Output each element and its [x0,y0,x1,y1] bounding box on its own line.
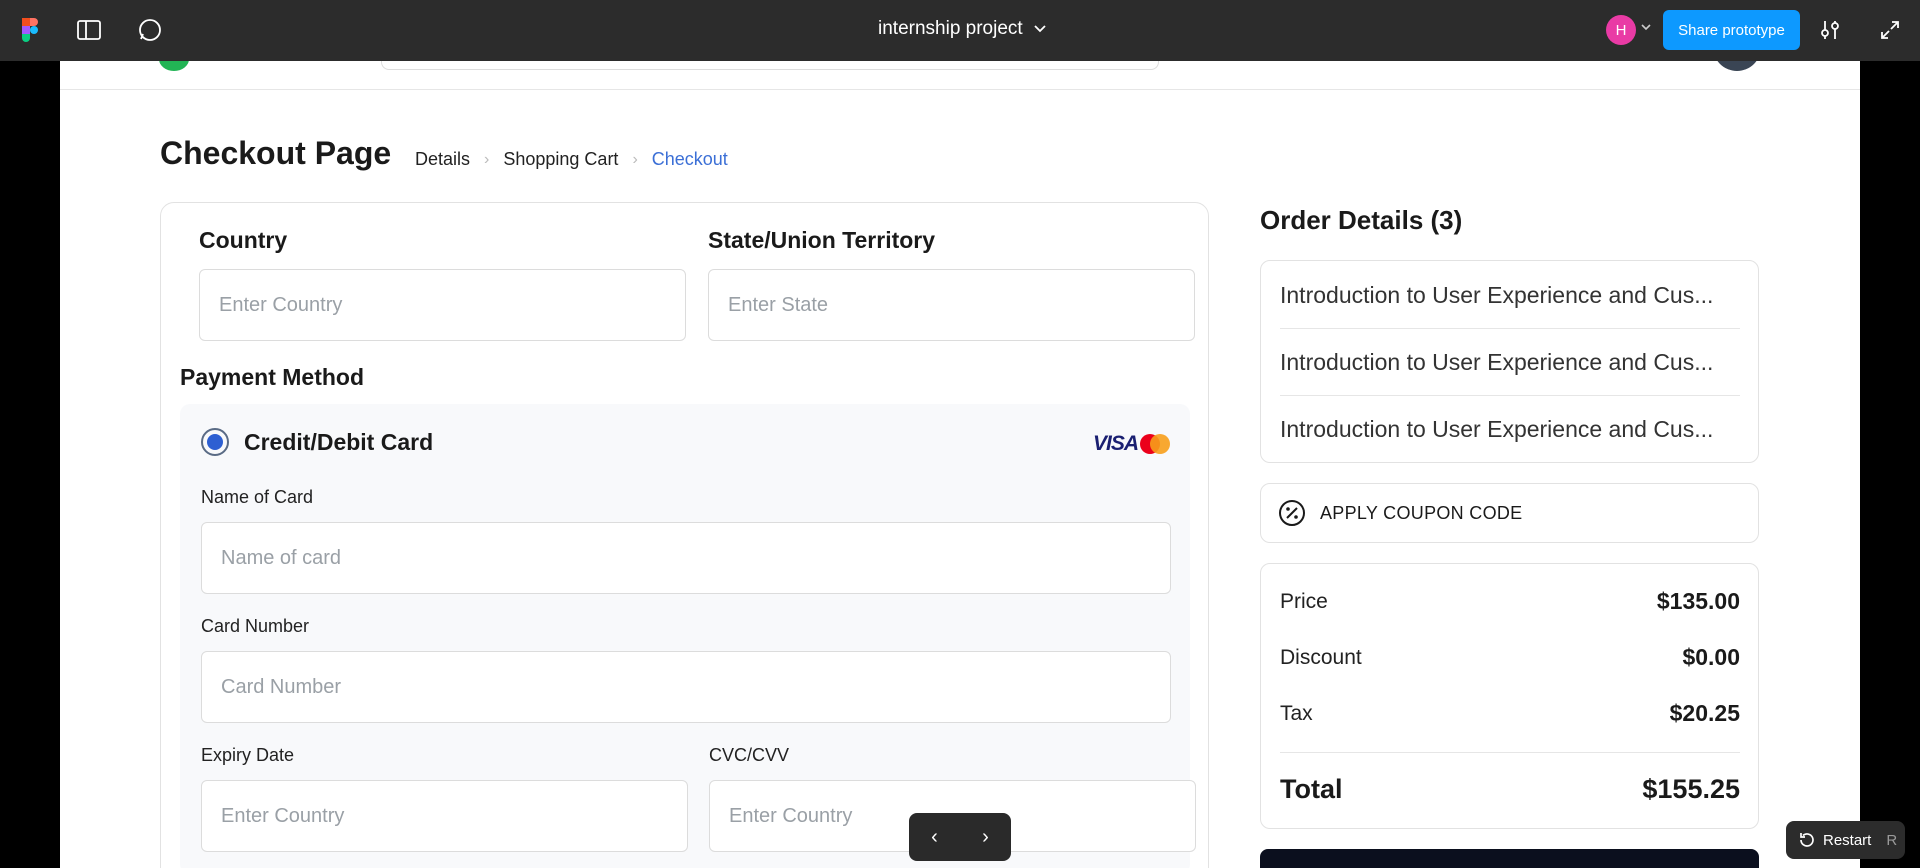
cvc-label: CVC/CVV [709,745,790,765]
checkout-form-card: Country Enter Country State/Union Territ… [160,202,1209,868]
country-label: Country [199,227,288,253]
total-label: Total [1280,774,1343,804]
order-details-title: Order Details (3) [1260,205,1463,235]
country-input[interactable]: Enter Country [199,269,686,341]
expiry-date-input[interactable]: Enter Country [201,780,688,852]
price-row: Price $135.00 [1280,588,1740,615]
project-title[interactable]: internship project [878,18,1047,40]
card-number-label: Card Number [201,616,310,636]
card-number-input[interactable]: Card Number [201,651,1171,723]
state-label: State/Union Territory [708,227,936,253]
prototype-navigation: ‹ › [909,813,1011,861]
site-logo[interactable] [159,61,189,71]
payment-method-title: Payment Method [180,364,365,390]
page-title: Checkout Page [160,135,392,171]
breadcrumb-shopping-cart[interactable]: Shopping Cart [503,149,618,170]
expand-icon[interactable] [1874,14,1906,46]
breadcrumb-details[interactable]: Details [415,149,470,170]
breadcrumb-checkout[interactable]: Checkout [652,149,728,170]
site-avatar[interactable] [1713,61,1761,71]
credit-card-option-label[interactable]: Credit/Debit Card [244,429,433,456]
share-prototype-button[interactable]: Share prototype [1663,10,1800,50]
tax-row: Tax $20.25 [1280,700,1740,727]
restart-icon [1800,833,1814,847]
order-item[interactable]: Introduction to User Experience and Cus.… [1280,262,1740,328]
discount-label: Discount [1280,645,1362,669]
total-row: Total $155.25 [1280,774,1740,805]
order-summary: Price $135.00 Discount $0.00 Tax $20.25 … [1260,563,1759,829]
mastercard-logo-icon [1140,434,1171,454]
expiry-date-label: Expiry Date [201,745,295,765]
site-header [60,61,1860,90]
payment-method-panel: Credit/Debit Card VISA Name of Card Name… [180,404,1196,868]
figma-logo-icon[interactable] [14,14,46,46]
chevron-down-icon [1034,25,1046,33]
card-brand-logos: VISA [1093,432,1171,456]
chevron-right-icon: › [632,150,638,168]
shortcut-key: R [1886,831,1898,849]
visa-logo: VISA [1093,432,1139,455]
order-items-list: Introduction to User Experience and Cus.… [1260,260,1759,463]
comment-icon[interactable] [134,14,166,46]
discount-row: Discount $0.00 [1280,644,1740,671]
restart-button[interactable]: Restart R [1786,821,1905,859]
tax-value: $20.25 [1669,700,1740,726]
discount-value: $0.00 [1682,644,1740,670]
apply-coupon-label: APPLY COUPON CODE [1320,502,1523,523]
credit-card-radio[interactable] [201,428,229,456]
divider [1280,752,1740,753]
figma-toolbar: internship project H Share prototype [0,0,1920,61]
order-item[interactable]: Introduction to User Experience and Cus.… [1280,396,1740,462]
previous-frame-icon[interactable]: ‹ [931,826,938,849]
chevron-right-icon: › [484,150,490,168]
proceed-checkout-button[interactable] [1260,849,1759,868]
user-avatar[interactable]: H [1606,15,1636,45]
prototype-canvas: Checkout Page Details › Shopping Cart › … [60,61,1860,868]
breadcrumb: Details › Shopping Cart › Checkout [415,149,728,170]
site-search-input[interactable] [381,61,1159,70]
discount-percent-icon [1279,500,1305,526]
sidebar-toggle-icon[interactable] [73,14,105,46]
name-of-card-label: Name of Card [201,487,314,507]
chevron-down-icon[interactable] [1640,22,1652,32]
price-label: Price [1280,589,1328,613]
name-of-card-input[interactable]: Name of card [201,522,1171,594]
state-input[interactable]: Enter State [708,269,1195,341]
price-value: $135.00 [1656,588,1740,614]
total-value: $155.25 [1642,774,1740,804]
tax-label: Tax [1280,701,1313,725]
next-frame-icon[interactable]: › [982,826,989,849]
radio-selected-dot [207,434,223,450]
settings-sliders-icon[interactable] [1814,14,1846,46]
order-item[interactable]: Introduction to User Experience and Cus.… [1280,329,1740,395]
apply-coupon-button[interactable]: APPLY COUPON CODE [1260,483,1759,543]
